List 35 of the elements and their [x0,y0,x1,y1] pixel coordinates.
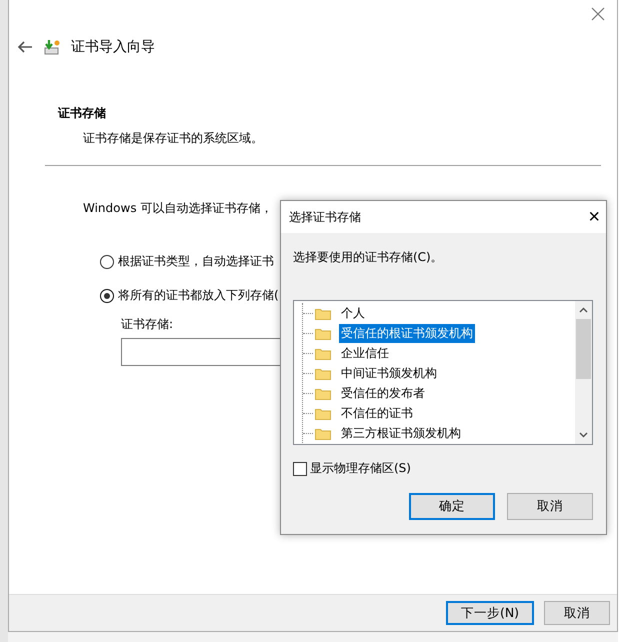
tree-item[interactable]: 受信任的发布者 [339,384,427,402]
tree-item[interactable]: 个人 [339,304,367,322]
tree-item[interactable]: 企业信任 [339,344,391,362]
folder-icon [315,386,331,400]
checkbox[interactable] [293,462,307,476]
field-label: 证书存储: [121,317,174,331]
prompt-text: 选择要使用的证书存储(C)。 [293,250,443,264]
radio-button[interactable] [100,254,114,268]
section-heading: 证书存储 [58,106,106,120]
folder-icon [315,406,331,420]
window-title: 证书导入向导 [71,38,155,56]
checkbox-label: 显示物理存储区(S) [310,460,411,477]
dialog-button[interactable]: 取消 [544,601,610,625]
tree-item[interactable]: 受信任的根证书颁发机构 [339,324,475,342]
folder-icon [315,306,331,320]
tree-item[interactable]: 不信任的证书 [339,404,415,422]
back-arrow-icon[interactable] [17,41,33,53]
close-button[interactable]: × [588,207,600,227]
dialog-button[interactable]: 下一步(N) [446,601,534,625]
option-label: 将所有的证书都放入下列存储( [118,287,279,304]
scroll-up-icon[interactable] [579,307,588,313]
dialog-title: 选择证书存储 [289,208,361,226]
folder-icon [315,426,331,440]
folder-icon [315,346,331,360]
scrollbar[interactable] [575,301,592,444]
option-label: 根据证书类型，自动选择证书 [118,253,274,270]
tree-item[interactable]: 第三方根证书颁发机构 [339,424,463,442]
radio-button[interactable] [100,288,114,302]
scroll-down-icon[interactable] [579,432,588,438]
tree-item[interactable]: 中间证书颁发机构 [339,364,439,382]
dialog-button[interactable]: 确定 [409,493,495,520]
dialog-button[interactable]: 取消 [507,493,593,520]
intro-text: Windows 可以自动选择证书存储， [83,201,272,215]
certificate-icon [43,38,61,56]
section-description: 证书存储是保存证书的系统区域。 [83,131,263,145]
